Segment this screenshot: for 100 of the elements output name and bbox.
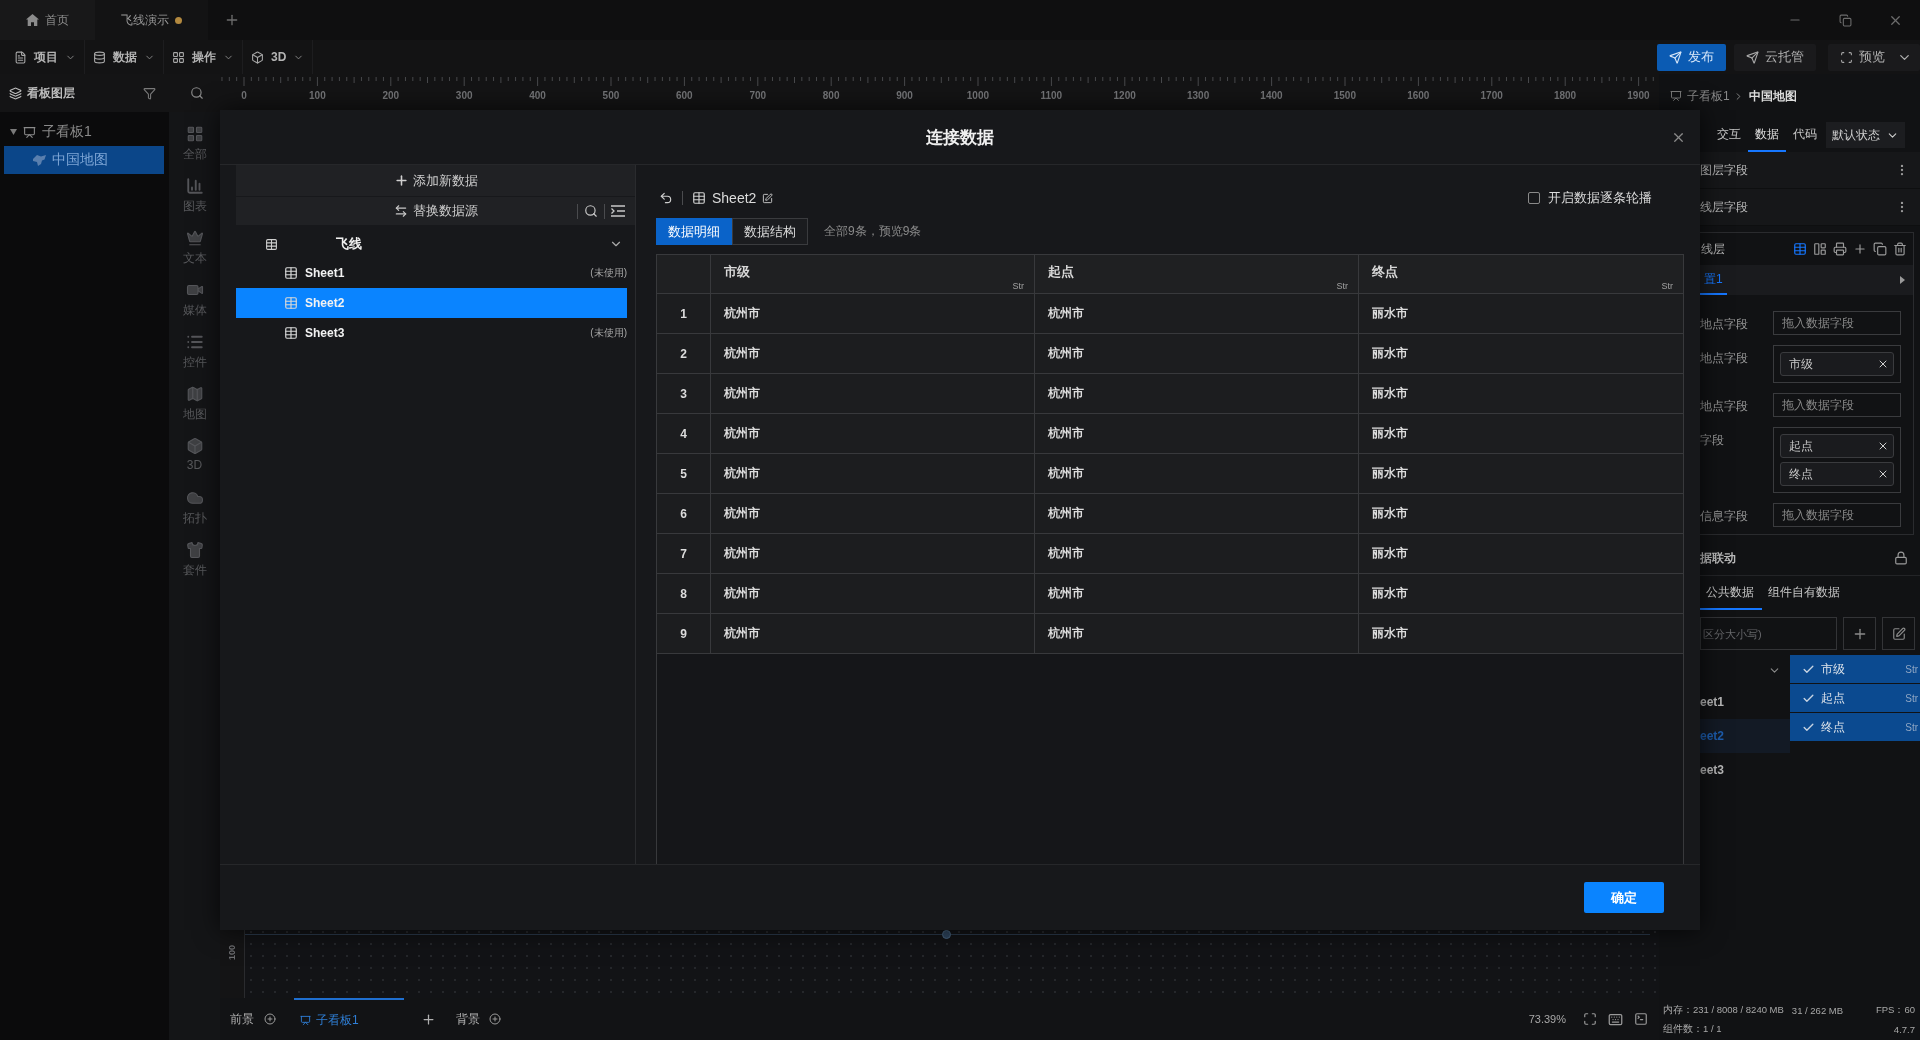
replace-source-button[interactable]: 替换数据源 (393, 202, 478, 220)
field-menu-item[interactable]: 市级 Str (1790, 655, 1920, 683)
row-number: 3 (657, 374, 711, 414)
breadcrumb-link[interactable]: 子看板1 (1687, 87, 1730, 105)
confirm-button[interactable]: 确定 (1584, 882, 1664, 913)
undo-icon[interactable] (659, 191, 673, 205)
board-tab[interactable]: 子看板1 (294, 998, 404, 1040)
sheet-title: Sheet2 (712, 190, 757, 206)
drop-field[interactable]: 拖入数据字段 (1773, 311, 1901, 335)
breadcrumb-current: 中国地图 (1748, 87, 1797, 105)
sheet-item[interactable]: eet1 (1700, 685, 1790, 719)
view-tab[interactable]: 数据结构 (732, 218, 808, 245)
state-select[interactable]: 默认状态 (1826, 122, 1905, 148)
add-circle-icon[interactable] (489, 1013, 501, 1025)
ruler-label: 1000 (966, 90, 990, 101)
sheet-item[interactable]: eet3 (1700, 753, 1790, 787)
add-data-button[interactable]: 添加新数据 (236, 165, 635, 196)
table-cell: 杭州市 (711, 294, 1035, 334)
checkbox-label[interactable]: 开启数据逐条轮播 (1548, 189, 1652, 207)
field-tag[interactable]: 起点 (1780, 434, 1894, 458)
caret-icon[interactable] (10, 129, 17, 135)
view-tab[interactable]: 数据明细 (656, 218, 732, 245)
add-circle-icon[interactable] (264, 1013, 276, 1025)
remove-icon[interactable] (1877, 358, 1889, 370)
remove-icon[interactable] (1877, 440, 1889, 452)
table-cell: 杭州市 (1035, 334, 1359, 374)
table-cell: 杭州市 (711, 614, 1035, 654)
layer-group-label[interactable]: 背景 (456, 1010, 480, 1028)
plus-icon (393, 173, 409, 188)
sheet-item[interactable]: Sheet3 (未使用) (236, 318, 627, 348)
table-cell: 丽水市 (1359, 454, 1683, 494)
group-label[interactable]: 飞线 (336, 235, 362, 253)
table-icon (284, 266, 298, 280)
component-count: 组件数：1 / 1 (1663, 1023, 1722, 1036)
tree-item[interactable]: 子看板1 (4, 118, 164, 146)
table-cell: 丽水市 (1359, 614, 1683, 654)
tag-field[interactable]: 起点 终点 (1773, 427, 1901, 493)
field-menu-item[interactable]: 终点 Str (1790, 713, 1920, 741)
data-source-tab[interactable]: 组件自有数据 (1762, 576, 1846, 610)
fit-screen-icon[interactable] (1583, 1012, 1597, 1026)
table-cell: 杭州市 (711, 374, 1035, 414)
tag-field[interactable]: 市级 (1773, 345, 1901, 383)
row-number: 2 (657, 334, 711, 374)
panel-tab[interactable]: 交互 (1710, 118, 1748, 152)
send-icon (1669, 50, 1682, 64)
field-menu-item[interactable]: 起点 Str (1790, 684, 1920, 712)
expand-arrow-icon[interactable] (1900, 276, 1905, 284)
ruler-label: 1400 (1260, 90, 1283, 101)
trash-icon[interactable] (1893, 242, 1907, 256)
panel-tab[interactable]: 代码 (1786, 118, 1824, 152)
list-icon (185, 333, 204, 351)
cube-icon (185, 437, 204, 455)
indent-icon[interactable] (611, 205, 625, 217)
terminal-icon[interactable] (1634, 1012, 1648, 1026)
config-tab[interactable]: 置1 (1700, 265, 1727, 295)
file-icon (14, 50, 27, 64)
tree-item[interactable]: 中国地图 (4, 146, 164, 174)
checkbox[interactable] (1528, 192, 1540, 204)
edit-button[interactable] (1882, 617, 1915, 650)
printer-icon[interactable] (1833, 242, 1847, 256)
search-icon[interactable] (189, 86, 204, 100)
drop-field[interactable]: 拖入数据字段 (1773, 503, 1901, 527)
sheet-item[interactable]: Sheet1 (未使用) (236, 258, 627, 288)
ruler-label: 800 (822, 90, 840, 101)
search-field[interactable]: 区分大小写) (1700, 617, 1837, 650)
remove-icon[interactable] (1877, 468, 1889, 480)
cloud-hosting-button[interactable]: 云托管 (1734, 43, 1816, 71)
drop-field[interactable]: 拖入数据字段 (1773, 393, 1901, 417)
publish-button[interactable]: 发布 (1657, 43, 1726, 71)
new-tab-icon[interactable] (224, 12, 240, 28)
type-label: Str (1905, 692, 1918, 704)
cloud-icon (185, 489, 204, 507)
table-icon (265, 237, 278, 251)
data-source-tab[interactable]: 公共数据 (1700, 576, 1762, 610)
table-cell: 杭州市 (1035, 614, 1359, 654)
ruler-label: 1700 (1480, 90, 1503, 101)
grid-icon (172, 50, 185, 64)
plus-icon[interactable] (421, 1011, 436, 1027)
window-tab[interactable]: 飞线演示 (95, 0, 208, 40)
row-number: 6 (657, 494, 711, 534)
field-tag[interactable]: 市级 (1780, 352, 1894, 376)
window-tab[interactable]: 首页 (0, 0, 95, 40)
table-icon[interactable] (1793, 242, 1807, 256)
ruler-label: 1200 (1113, 90, 1136, 101)
table-cell: 杭州市 (1035, 454, 1359, 494)
row-number: 4 (657, 414, 711, 454)
layout-icon[interactable] (1813, 242, 1827, 256)
keyboard-icon[interactable] (1608, 1011, 1623, 1027)
edit-icon[interactable] (762, 192, 774, 204)
filter-icon[interactable] (143, 86, 156, 100)
field-tag[interactable]: 终点 (1780, 462, 1894, 486)
restore-icon[interactable] (1838, 13, 1852, 27)
table-cell: 杭州市 (711, 534, 1035, 574)
lock-icon[interactable] (1894, 551, 1908, 565)
table-cell: 杭州市 (1035, 374, 1359, 414)
preview-button[interactable]: 预览 (1828, 43, 1920, 71)
add-button[interactable] (1843, 617, 1876, 650)
copy-icon[interactable] (1873, 242, 1887, 256)
layer-group-label[interactable]: 前景 (230, 1010, 254, 1028)
search-icon[interactable] (584, 204, 598, 218)
